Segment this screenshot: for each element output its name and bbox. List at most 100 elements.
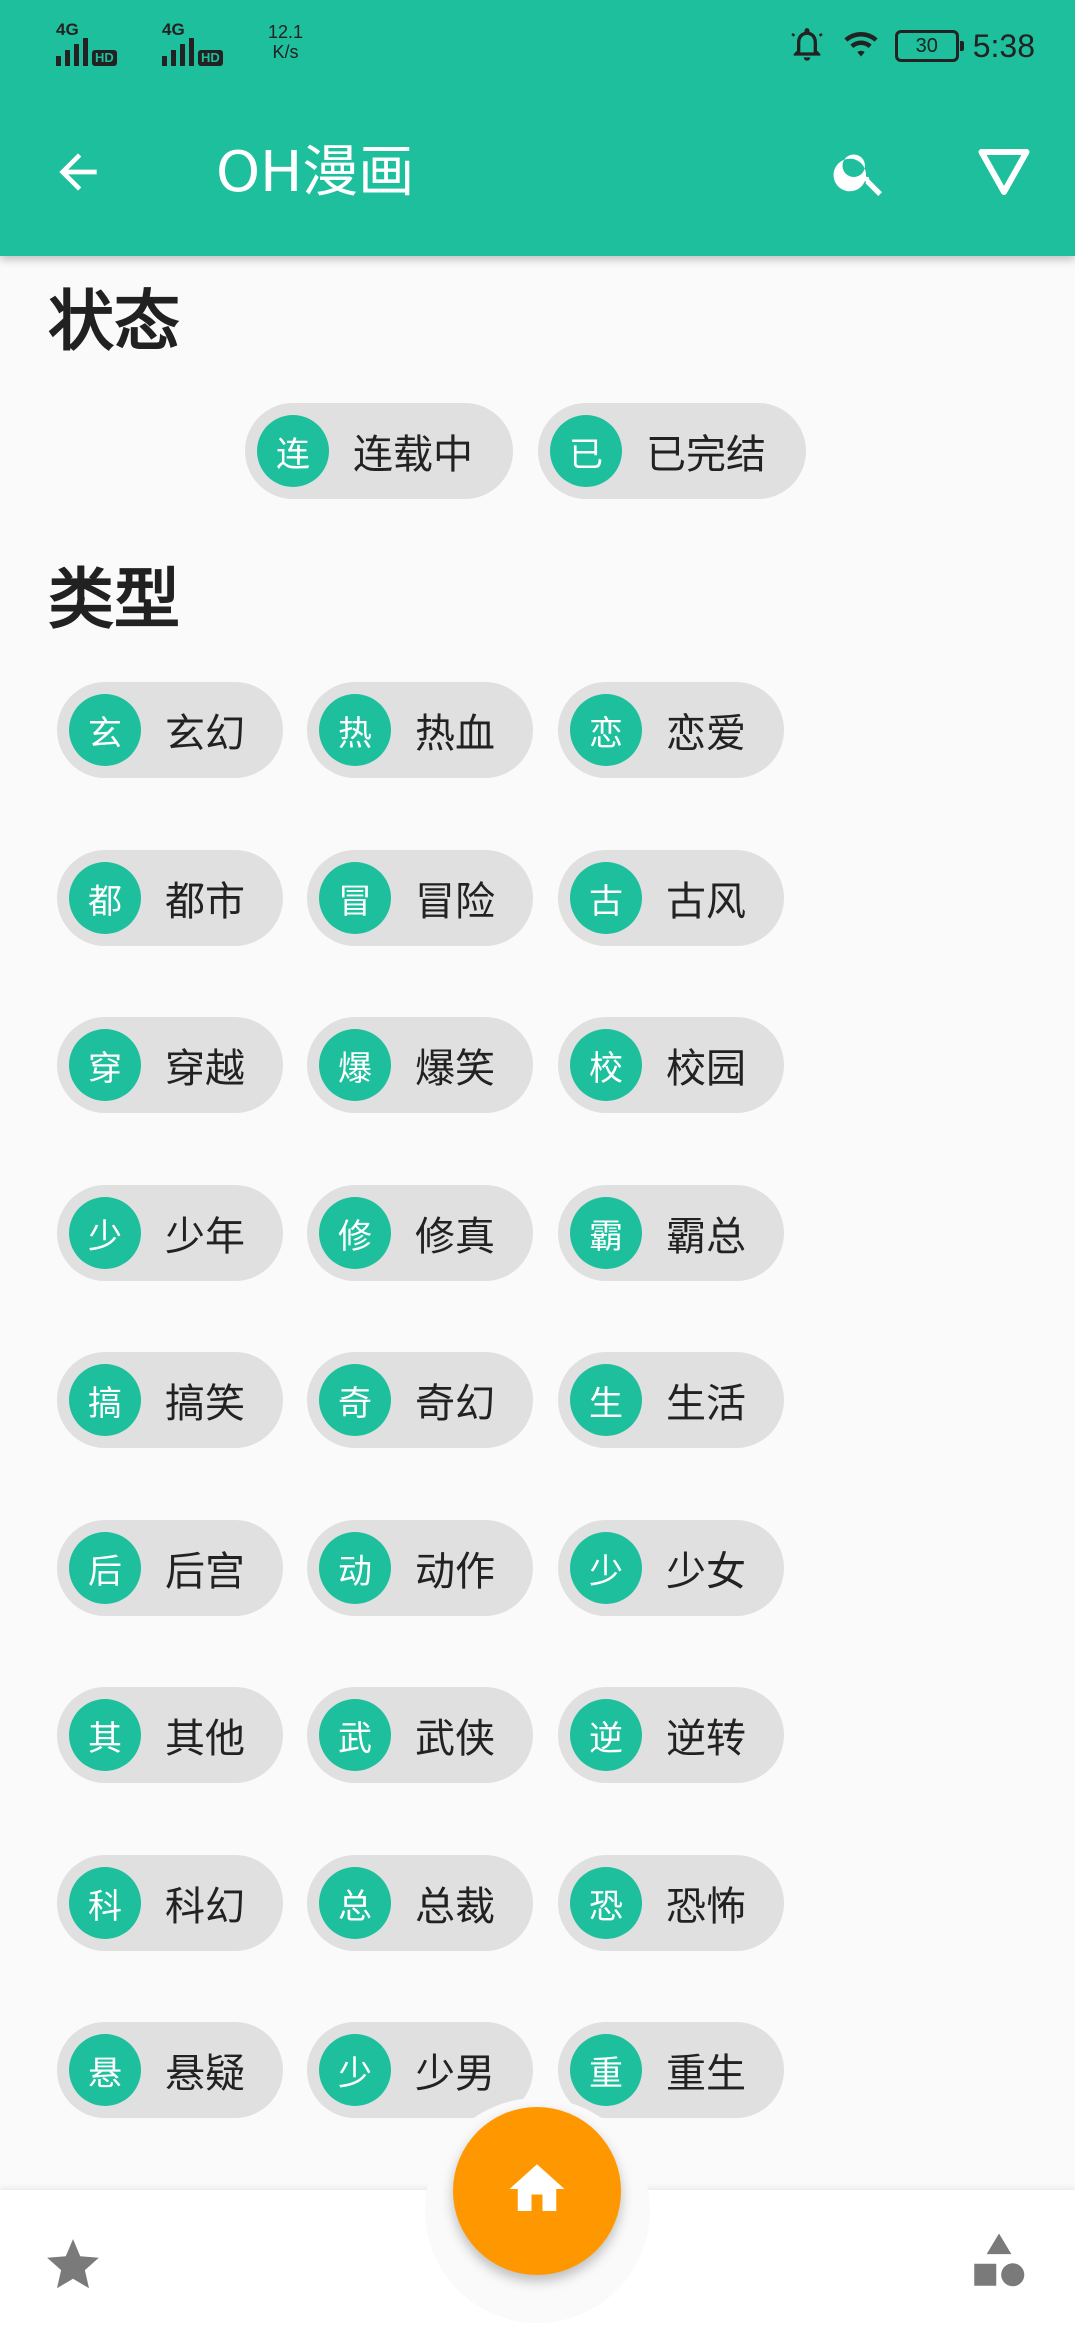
chip-label: 逆转 [666, 1716, 746, 1762]
chip-avatar: 连 [257, 415, 329, 487]
chip-label: 奇幻 [415, 1381, 495, 1427]
genre-chip[interactable]: 玄玄幻 [57, 682, 283, 778]
genre-chip[interactable]: 搞搞笑 [57, 1352, 283, 1448]
chip-label: 悬疑 [165, 2051, 245, 2097]
chip-avatar: 已 [550, 415, 622, 487]
genre-chip[interactable]: 古古风 [558, 850, 784, 946]
chip-avatar: 冒 [319, 862, 391, 934]
home-fab-button[interactable] [453, 2107, 621, 2275]
chip-avatar: 重 [570, 2034, 642, 2106]
genre-chip[interactable]: 其其他 [57, 1687, 283, 1783]
chip-label: 少年 [165, 1214, 245, 1260]
filter-button[interactable] [966, 136, 1042, 212]
chip-label: 连载中 [353, 432, 473, 478]
chip-label: 重生 [666, 2051, 746, 2097]
search-icon [830, 142, 890, 206]
chip-avatar: 生 [570, 1364, 642, 1436]
sim2-signal: 4G HD [162, 20, 223, 66]
sim2-hd-badge: HD [198, 50, 223, 66]
chip-label: 生活 [666, 1381, 746, 1427]
genre-chip[interactable]: 武武侠 [307, 1687, 533, 1783]
chip-avatar: 奇 [319, 1364, 391, 1436]
chip-label: 爆笑 [415, 1046, 495, 1092]
clock: 5:38 [972, 27, 1035, 64]
home-icon [504, 2156, 570, 2226]
chip-avatar: 总 [319, 1867, 391, 1939]
status-chip-completed[interactable]: 已 已完结 [538, 403, 806, 499]
genre-chip[interactable]: 生生活 [558, 1352, 784, 1448]
genre-section-title: 类型 [48, 561, 180, 638]
genre-chip[interactable]: 少少年 [57, 1185, 283, 1281]
chip-avatar: 霸 [570, 1197, 642, 1269]
chip-avatar: 科 [69, 1867, 141, 1939]
chip-avatar: 搞 [69, 1364, 141, 1436]
bell-icon [787, 24, 827, 68]
genre-chip[interactable]: 奇奇幻 [307, 1352, 533, 1448]
genre-chip[interactable]: 动动作 [307, 1520, 533, 1616]
chip-label: 修真 [415, 1214, 495, 1260]
star-icon [42, 2234, 104, 2300]
arrow-back-icon [50, 144, 106, 204]
chip-label: 动作 [415, 1549, 495, 1595]
chip-avatar: 爆 [319, 1029, 391, 1101]
filter-triangle-icon [974, 142, 1034, 206]
sim2-network-label: 4G [162, 20, 185, 39]
shapes-icon [966, 2233, 1032, 2298]
chip-label: 科幻 [165, 1884, 245, 1930]
status-section-title: 状态 [48, 283, 180, 360]
chip-avatar: 后 [69, 1532, 141, 1604]
network-speed: 12.1 K/s [268, 22, 303, 62]
sim1-network-label: 4G [56, 20, 79, 39]
genre-chip[interactable]: 修修真 [307, 1185, 533, 1281]
chip-avatar: 其 [69, 1699, 141, 1771]
categories-button[interactable] [966, 2228, 1042, 2304]
chip-avatar: 逆 [570, 1699, 642, 1771]
chip-avatar: 武 [319, 1699, 391, 1771]
genre-chip[interactable]: 恐恐怖 [558, 1855, 784, 1951]
genre-chip[interactable]: 科科幻 [57, 1855, 283, 1951]
chip-avatar: 少 [319, 2034, 391, 2106]
genre-chip[interactable]: 热热血 [307, 682, 533, 778]
back-button[interactable] [46, 142, 110, 206]
chip-label: 古风 [666, 879, 746, 925]
battery-indicator: 30 [894, 30, 964, 62]
genre-chip[interactable]: 少少女 [558, 1520, 784, 1616]
genre-chip[interactable]: 爆爆笑 [307, 1017, 533, 1113]
chip-avatar: 少 [69, 1197, 141, 1269]
search-button[interactable] [822, 136, 898, 212]
sim1-signal: 4G HD [56, 20, 117, 66]
genre-chip[interactable]: 逆逆转 [558, 1687, 784, 1783]
sim1-hd-badge: HD [92, 50, 117, 66]
chip-label: 搞笑 [165, 1381, 245, 1427]
genre-chip[interactable]: 霸霸总 [558, 1185, 784, 1281]
app-bar: OH漫画 [0, 92, 1075, 256]
wifi-icon [841, 24, 881, 68]
chip-avatar: 少 [570, 1532, 642, 1604]
genre-chip[interactable]: 重重生 [558, 2022, 784, 2118]
genre-chip[interactable]: 校校园 [558, 1017, 784, 1113]
chip-avatar: 都 [69, 862, 141, 934]
genre-chip[interactable]: 悬悬疑 [57, 2022, 283, 2118]
chip-avatar: 恐 [570, 1867, 642, 1939]
app-title: OH漫画 [216, 140, 415, 205]
chip-avatar: 悬 [69, 2034, 141, 2106]
genre-chip[interactable]: 都都市 [57, 850, 283, 946]
chip-avatar: 恋 [570, 694, 642, 766]
network-speed-value: 12.1 [268, 22, 304, 42]
genre-chip[interactable]: 后后宫 [57, 1520, 283, 1616]
genre-chip[interactable]: 恋恋爱 [558, 682, 784, 778]
genre-chip[interactable]: 冒冒险 [307, 850, 533, 946]
status-chip-serializing[interactable]: 连 连载中 [245, 403, 513, 499]
chip-label: 校园 [666, 1046, 746, 1092]
chip-avatar: 校 [570, 1029, 642, 1101]
chip-avatar: 热 [319, 694, 391, 766]
chip-label: 冒险 [415, 879, 495, 925]
chip-avatar: 古 [570, 862, 642, 934]
chip-label: 总裁 [415, 1884, 495, 1930]
chip-label: 玄幻 [165, 711, 245, 757]
favorites-button[interactable] [38, 2232, 108, 2302]
chip-label: 少男 [415, 2051, 495, 2097]
chip-avatar: 穿 [69, 1029, 141, 1101]
genre-chip[interactable]: 总总裁 [307, 1855, 533, 1951]
genre-chip[interactable]: 穿穿越 [57, 1017, 283, 1113]
